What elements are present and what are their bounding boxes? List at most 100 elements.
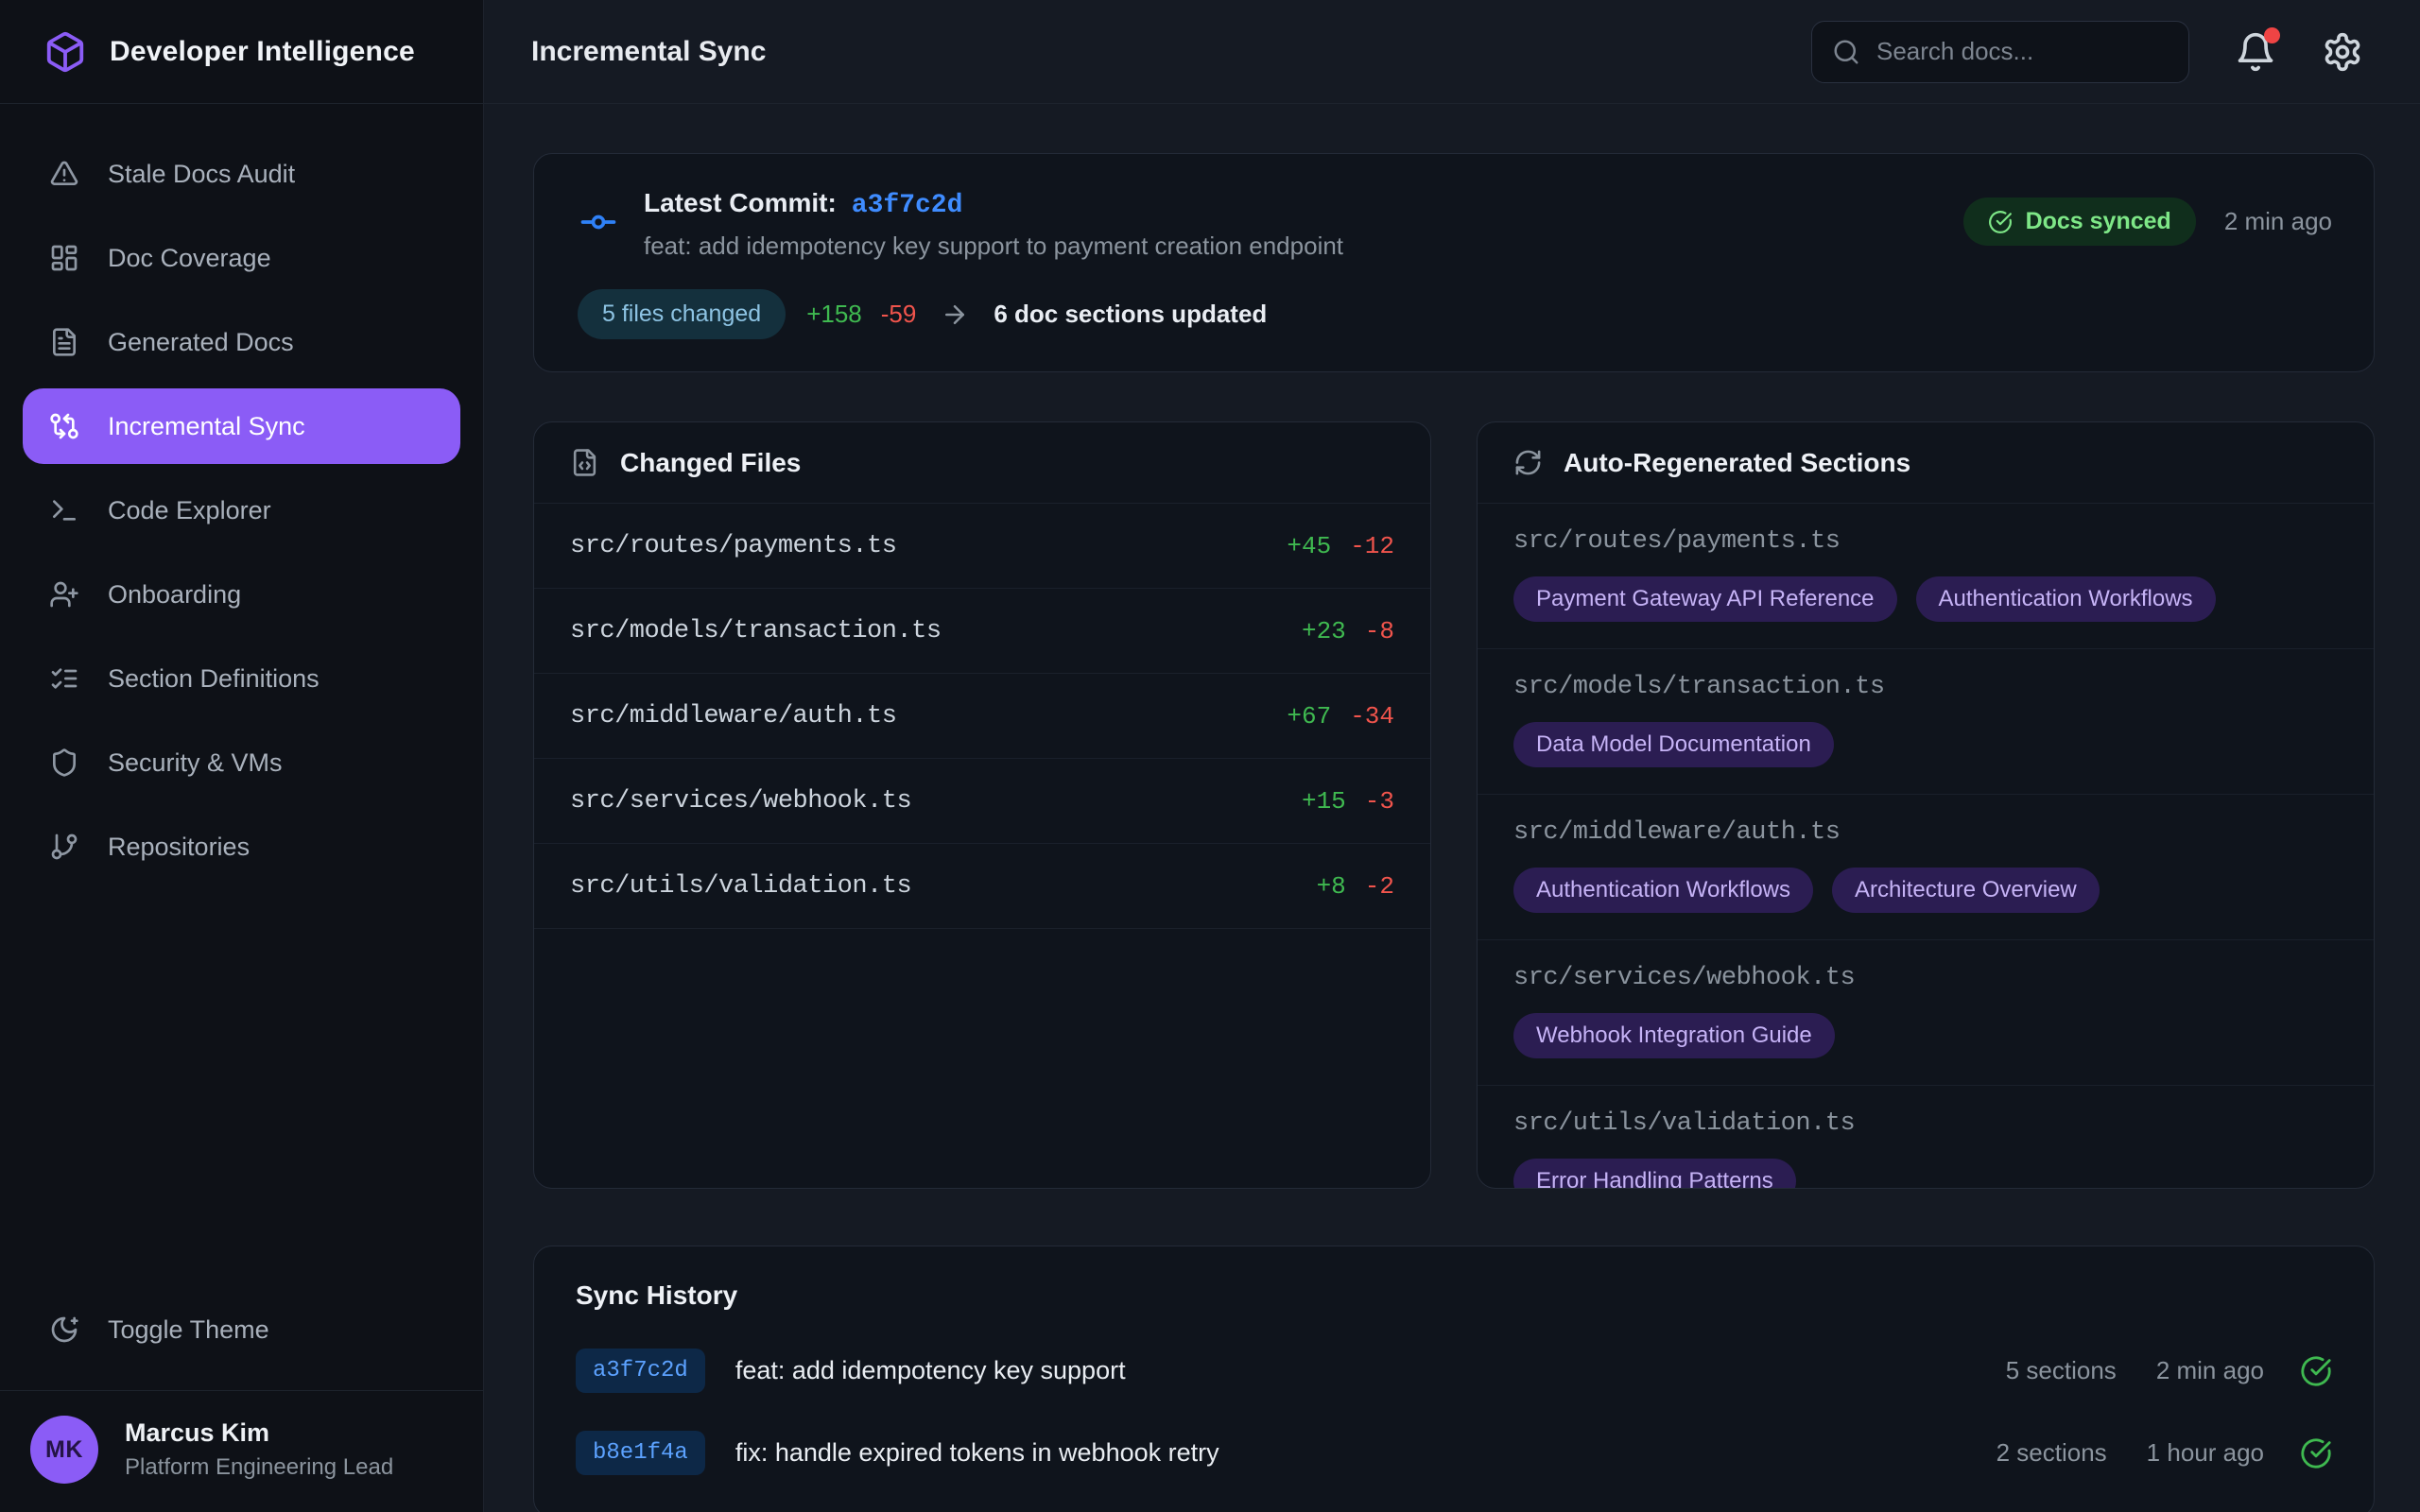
commit-meta-row: 5 files changed +158 -59 6 doc sections … bbox=[578, 289, 2332, 339]
sidebar-nav: Stale Docs Audit Doc Coverage Generated … bbox=[0, 104, 483, 893]
section-tags: Webhook Integration Guide bbox=[1513, 1013, 2338, 1058]
section-tags: Payment Gateway API Reference Authentica… bbox=[1513, 576, 2338, 622]
sync-commit-message: feat: add idempotency key support bbox=[735, 1356, 1126, 1385]
sync-sections-count: 2 sections bbox=[1996, 1438, 2107, 1468]
changed-file-row[interactable]: src/services/webhook.ts +15 -3 bbox=[534, 759, 1430, 844]
sync-history-title: Sync History bbox=[576, 1280, 2332, 1311]
changed-file-row[interactable]: src/middleware/auth.ts +67 -34 bbox=[534, 674, 1430, 759]
check-circle-icon bbox=[2300, 1437, 2332, 1469]
refresh-icon bbox=[1513, 448, 1543, 477]
changed-file-row[interactable]: src/routes/payments.ts +45 -12 bbox=[534, 504, 1430, 589]
file-deletions: -2 bbox=[1365, 872, 1394, 901]
terminal-icon bbox=[49, 495, 79, 525]
alert-triangle-icon bbox=[49, 159, 79, 189]
file-deletions: -12 bbox=[1350, 532, 1394, 560]
file-additions: +45 bbox=[1287, 532, 1331, 560]
section-tags: Error Handling Patterns bbox=[1513, 1159, 2338, 1189]
section-tag[interactable]: Payment Gateway API Reference bbox=[1513, 576, 1897, 622]
regenerated-group: src/middleware/auth.ts Authentication Wo… bbox=[1478, 795, 2374, 940]
section-tags: Authentication Workflows Architecture Ov… bbox=[1513, 868, 2338, 913]
sidebar-item-label: Onboarding bbox=[108, 580, 241, 610]
file-additions: +67 bbox=[1287, 702, 1331, 730]
sync-history-row[interactable]: b8e1f4a fix: handle expired tokens in we… bbox=[576, 1431, 2332, 1475]
file-diff: +45 -12 bbox=[1287, 532, 1394, 560]
regenerated-groups: src/routes/payments.ts Payment Gateway A… bbox=[1478, 504, 2374, 1189]
sidebar-item-generated-docs[interactable]: Generated Docs bbox=[23, 304, 460, 380]
changed-file-row[interactable]: src/models/transaction.ts +23 -8 bbox=[534, 589, 1430, 674]
regenerated-sections-title: Auto-Regenerated Sections bbox=[1564, 448, 1910, 478]
settings-button[interactable] bbox=[2322, 31, 2363, 73]
docs-synced-label: Docs synced bbox=[2026, 208, 2171, 235]
user-name: Marcus Kim bbox=[125, 1418, 393, 1448]
file-diff: +67 -34 bbox=[1287, 702, 1394, 730]
section-tags: Data Model Documentation bbox=[1513, 722, 2338, 767]
sync-commit-message: fix: handle expired tokens in webhook re… bbox=[735, 1438, 1219, 1468]
sidebar-item-label: Code Explorer bbox=[108, 496, 271, 525]
sidebar-item-security-vms[interactable]: Security & VMs bbox=[23, 725, 460, 800]
section-tag[interactable]: Architecture Overview bbox=[1832, 868, 2100, 913]
check-circle-icon bbox=[2300, 1355, 2332, 1387]
user-profile[interactable]: MK Marcus Kim Platform Engineering Lead bbox=[0, 1390, 483, 1512]
sidebar-item-section-definitions[interactable]: Section Definitions bbox=[23, 641, 460, 716]
file-diff: +23 -8 bbox=[1302, 617, 1394, 645]
file-additions: +23 bbox=[1302, 617, 1346, 645]
regenerated-file-path: src/models/transaction.ts bbox=[1513, 673, 2338, 701]
section-tag[interactable]: Data Model Documentation bbox=[1513, 722, 1834, 767]
latest-commit-card: Latest Commit: a3f7c2d feat: add idempot… bbox=[533, 153, 2375, 372]
file-code-icon bbox=[570, 448, 599, 477]
sidebar-item-incremental-sync[interactable]: Incremental Sync bbox=[23, 388, 460, 464]
toggle-theme-button[interactable]: Toggle Theme bbox=[23, 1292, 460, 1367]
moon-star-icon bbox=[49, 1314, 79, 1345]
regenerated-sections-header: Auto-Regenerated Sections bbox=[1478, 422, 2374, 504]
sidebar-item-label: Stale Docs Audit bbox=[108, 160, 295, 189]
sync-commit-hash: b8e1f4a bbox=[576, 1431, 705, 1475]
file-diff: +15 -3 bbox=[1302, 787, 1394, 816]
regenerated-group: src/utils/validation.ts Error Handling P… bbox=[1478, 1086, 2374, 1189]
sidebar-item-doc-coverage[interactable]: Doc Coverage bbox=[23, 220, 460, 296]
sidebar-item-stale-docs-audit[interactable]: Stale Docs Audit bbox=[23, 136, 460, 212]
section-tag[interactable]: Error Handling Patterns bbox=[1513, 1159, 1796, 1189]
section-tag[interactable]: Authentication Workflows bbox=[1513, 868, 1813, 913]
file-deletions: -34 bbox=[1350, 702, 1394, 730]
sidebar-item-label: Incremental Sync bbox=[108, 412, 305, 441]
sync-time-ago: 1 hour ago bbox=[2147, 1438, 2264, 1468]
user-role: Platform Engineering Lead bbox=[125, 1454, 393, 1481]
section-tag[interactable]: Webhook Integration Guide bbox=[1513, 1013, 1835, 1058]
sync-history-row[interactable]: a3f7c2d feat: add idempotency key suppor… bbox=[576, 1349, 2332, 1393]
search-input[interactable] bbox=[1811, 21, 2189, 83]
docs-synced-badge: Docs synced bbox=[1963, 198, 2196, 246]
search-icon bbox=[1832, 38, 1860, 66]
search-box bbox=[1811, 21, 2189, 83]
sidebar-item-label: Doc Coverage bbox=[108, 244, 271, 273]
regenerated-file-path: src/middleware/auth.ts bbox=[1513, 818, 2338, 847]
sync-time-ago: 2 min ago bbox=[2156, 1356, 2264, 1385]
sidebar-item-label: Security & VMs bbox=[108, 748, 283, 778]
file-text-icon bbox=[49, 327, 79, 357]
box-logo-icon bbox=[43, 30, 87, 74]
main-area: Incremental Sync bbox=[484, 0, 2420, 1512]
regenerated-file-path: src/services/webhook.ts bbox=[1513, 964, 2338, 992]
file-deletions: -3 bbox=[1365, 787, 1394, 816]
files-changed-badge: 5 files changed bbox=[578, 289, 786, 339]
app-root: Developer Intelligence Stale Docs Audit … bbox=[0, 0, 2420, 1512]
commit-hash-link[interactable]: a3f7c2d bbox=[852, 191, 963, 220]
content: Latest Commit: a3f7c2d feat: add idempot… bbox=[484, 104, 2420, 1512]
sidebar-item-code-explorer[interactable]: Code Explorer bbox=[23, 472, 460, 548]
section-tag[interactable]: Authentication Workflows bbox=[1916, 576, 2216, 622]
sidebar-item-repositories[interactable]: Repositories bbox=[23, 809, 460, 885]
file-path: src/routes/payments.ts bbox=[570, 532, 896, 560]
layout-dashboard-icon bbox=[49, 243, 79, 273]
gear-icon bbox=[2322, 31, 2363, 73]
file-diff: +8 -2 bbox=[1317, 872, 1394, 901]
panels-row: Changed Files src/routes/payments.ts +45… bbox=[533, 421, 2375, 1189]
sync-sections-count: 5 sections bbox=[2006, 1356, 2117, 1385]
sidebar-item-onboarding[interactable]: Onboarding bbox=[23, 557, 460, 632]
file-additions: +15 bbox=[1302, 787, 1346, 816]
sync-commit-hash: a3f7c2d bbox=[576, 1349, 705, 1393]
arrow-right-icon bbox=[941, 301, 969, 329]
regenerated-sections-panel: Auto-Regenerated Sections src/routes/pay… bbox=[1477, 421, 2375, 1189]
notifications-button[interactable] bbox=[2235, 31, 2276, 73]
file-path: src/middleware/auth.ts bbox=[570, 702, 896, 730]
changed-file-row[interactable]: src/utils/validation.ts +8 -2 bbox=[534, 844, 1430, 929]
sync-row-meta: 5 sections 2 min ago bbox=[2006, 1355, 2332, 1387]
